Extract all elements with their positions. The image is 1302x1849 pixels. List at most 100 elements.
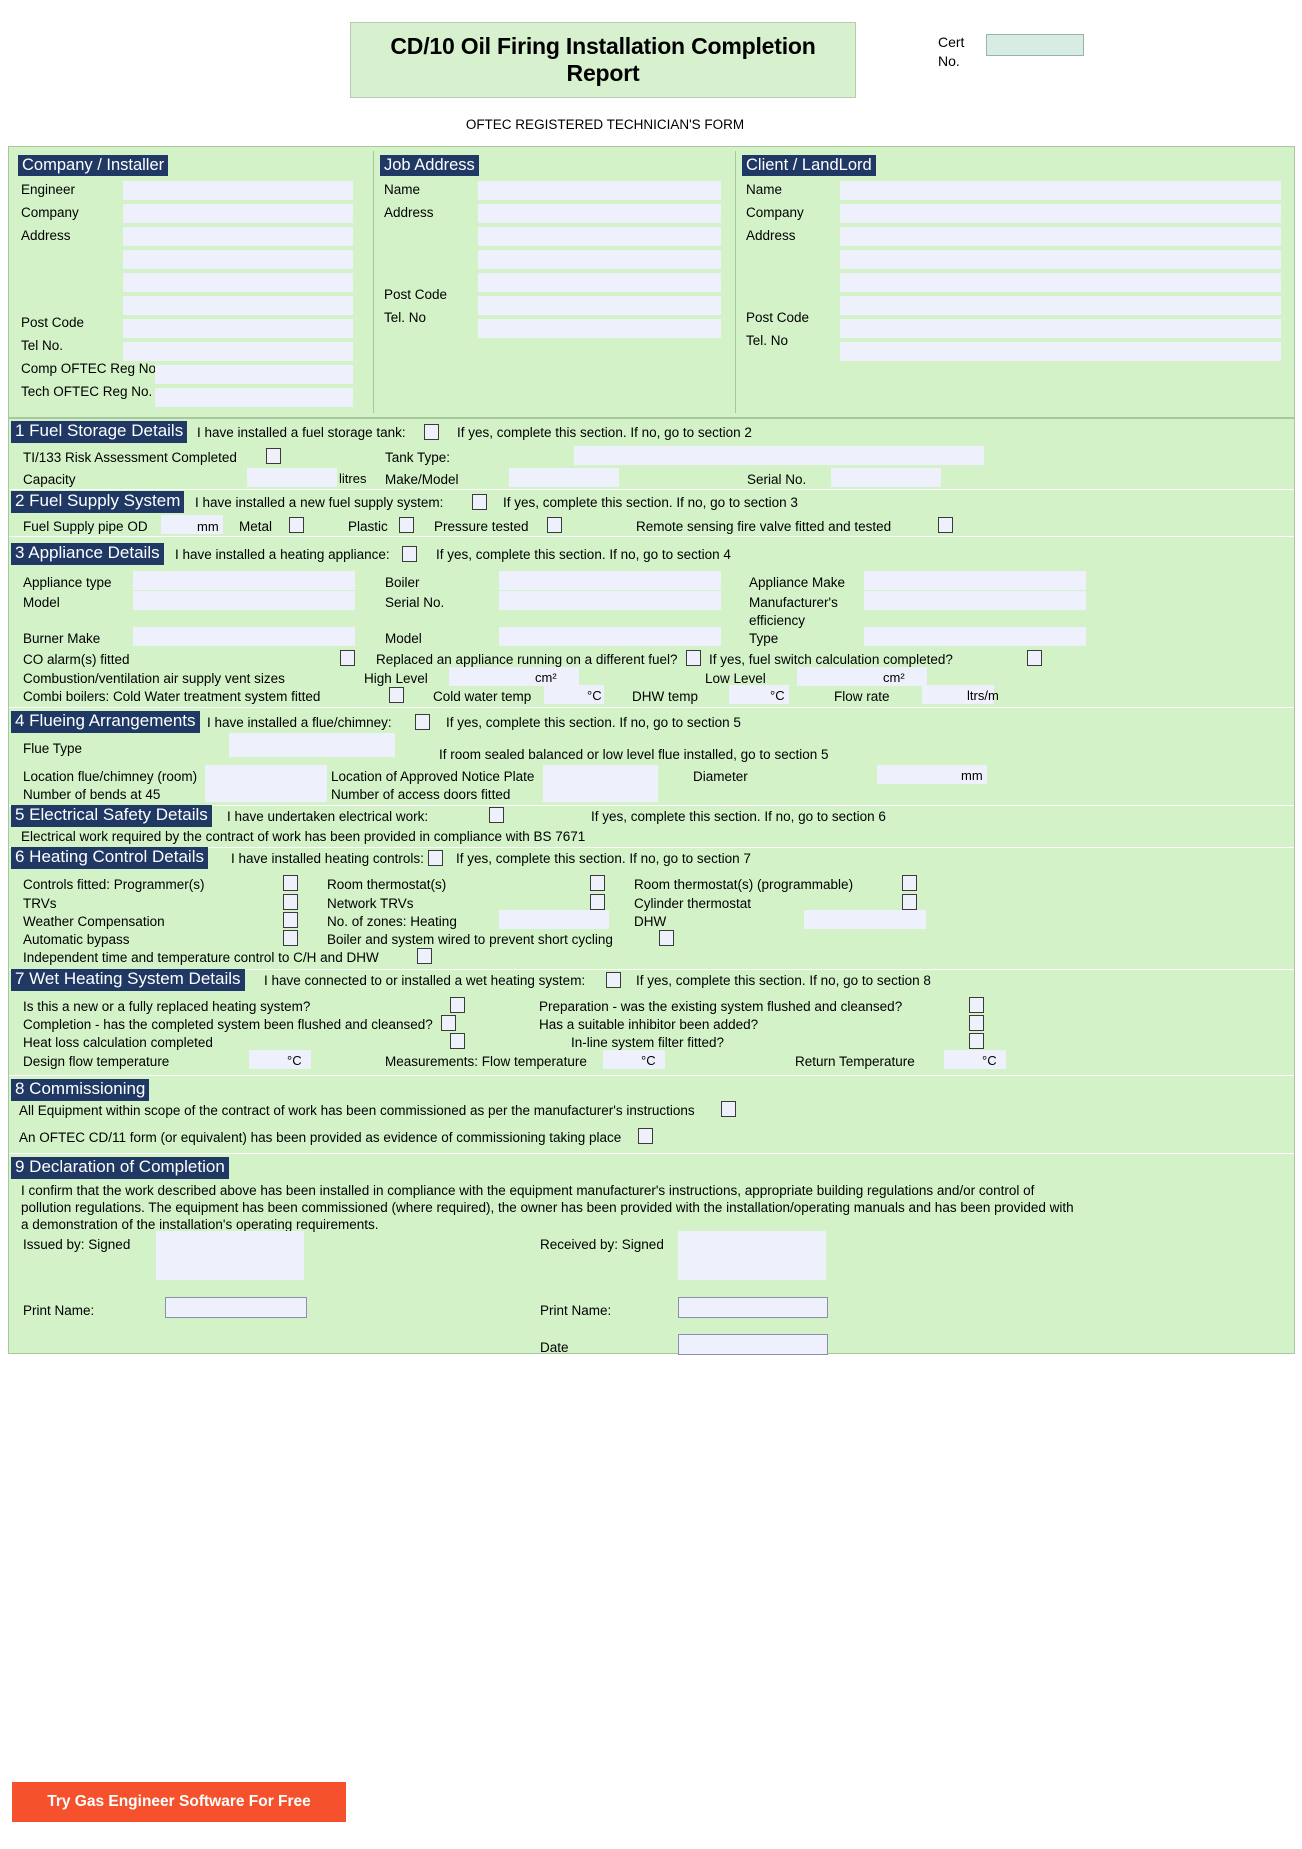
checkbox-fuel-storage-installed[interactable] bbox=[424, 424, 439, 440]
section-7-intro: I have connected to or installed a wet h… bbox=[264, 973, 586, 988]
checkbox-trvs[interactable] bbox=[283, 894, 298, 910]
checkbox-replaced-different-fuel[interactable] bbox=[686, 650, 701, 666]
checkbox-preparation-flushed[interactable] bbox=[969, 997, 984, 1013]
input-post-code[interactable] bbox=[123, 319, 353, 338]
section-2-ifyes: If yes, complete this section. If no, go… bbox=[503, 495, 798, 510]
input-job-tel-no[interactable] bbox=[478, 319, 721, 338]
checkbox-commissioned-per-instructions[interactable] bbox=[721, 1101, 736, 1117]
input-design-flow-temp[interactable] bbox=[249, 1050, 311, 1069]
input-job-address-3[interactable] bbox=[478, 250, 721, 269]
input-location-flue[interactable] bbox=[205, 765, 327, 784]
input-comp-oftec[interactable] bbox=[155, 365, 353, 384]
checkbox-appliance-installed[interactable] bbox=[402, 546, 417, 562]
input-job-post-code[interactable] bbox=[478, 296, 721, 315]
input-job-address-2[interactable] bbox=[478, 227, 721, 246]
try-gas-engineer-software-button[interactable]: Try Gas Engineer Software For Free bbox=[12, 1782, 346, 1822]
input-low-level[interactable] bbox=[797, 667, 927, 686]
checkbox-cd11-provided[interactable] bbox=[638, 1128, 653, 1144]
checkbox-network-trvs[interactable] bbox=[590, 894, 605, 910]
input-tank-serial-no[interactable] bbox=[831, 468, 941, 487]
input-zones-dhw[interactable] bbox=[804, 910, 926, 929]
input-company[interactable] bbox=[123, 204, 353, 223]
checkbox-electrical-work[interactable] bbox=[489, 807, 504, 823]
input-return-temp[interactable] bbox=[944, 1050, 1006, 1069]
input-access-doors[interactable] bbox=[543, 783, 658, 802]
input-measure-flow-temp[interactable] bbox=[603, 1050, 665, 1069]
checkbox-automatic-bypass[interactable] bbox=[283, 930, 298, 946]
checkbox-new-or-replaced[interactable] bbox=[450, 997, 465, 1013]
checkbox-cylinder-thermostat[interactable] bbox=[902, 894, 917, 910]
checkbox-room-thermostat-prog[interactable] bbox=[902, 875, 917, 891]
label-wired-short-cycling: Boiler and system wired to prevent short… bbox=[327, 932, 613, 947]
input-client-company[interactable] bbox=[840, 204, 1281, 223]
input-address-4[interactable] bbox=[123, 296, 353, 315]
checkbox-room-thermostat[interactable] bbox=[590, 875, 605, 891]
label-address: Address bbox=[21, 228, 71, 243]
input-burner-type[interactable] bbox=[864, 627, 1086, 646]
checkbox-ti133-risk[interactable] bbox=[266, 448, 281, 464]
checkbox-fuel-supply-installed[interactable] bbox=[472, 494, 487, 510]
input-address-3[interactable] bbox=[123, 273, 353, 292]
checkbox-completion-flushed[interactable] bbox=[441, 1015, 456, 1031]
input-job-address-1[interactable] bbox=[478, 204, 721, 223]
input-client-address-3[interactable] bbox=[840, 273, 1281, 292]
label-high-level: High Level bbox=[364, 671, 428, 686]
input-client-tel-no[interactable] bbox=[840, 342, 1281, 361]
input-capacity[interactable] bbox=[247, 468, 337, 487]
label-client-company: Company bbox=[746, 205, 804, 220]
signature-issued-by[interactable] bbox=[156, 1231, 304, 1280]
input-tech-oftec[interactable] bbox=[155, 388, 353, 407]
checkbox-fuel-switch-calc[interactable] bbox=[1027, 650, 1042, 666]
input-address-2[interactable] bbox=[123, 250, 353, 269]
checkbox-heat-loss-calc[interactable] bbox=[450, 1033, 465, 1049]
input-zones-heating[interactable] bbox=[499, 910, 609, 929]
checkbox-combi-water-treatment[interactable] bbox=[389, 687, 404, 703]
input-client-name[interactable] bbox=[840, 181, 1281, 200]
input-high-level[interactable] bbox=[449, 667, 579, 686]
input-tel-no[interactable] bbox=[123, 342, 353, 361]
input-boiler[interactable] bbox=[499, 571, 721, 590]
checkbox-plastic[interactable] bbox=[399, 517, 414, 533]
checkbox-heating-controls-installed[interactable] bbox=[428, 850, 443, 866]
input-print-name-right[interactable] bbox=[678, 1297, 828, 1318]
input-tank-make-model[interactable] bbox=[509, 468, 619, 487]
checkbox-inline-filter[interactable] bbox=[969, 1033, 984, 1049]
signature-received-by[interactable] bbox=[678, 1231, 826, 1280]
checkbox-remote-fire-valve[interactable] bbox=[938, 517, 953, 533]
input-print-name-left[interactable] bbox=[165, 1297, 307, 1318]
input-burner-model[interactable] bbox=[499, 627, 721, 646]
input-appliance-make[interactable] bbox=[864, 571, 1086, 590]
label-preparation-flushed: Preparation - was the existing system fl… bbox=[539, 999, 903, 1014]
panel-client-landlord: Client / LandLord Name Company Address P… bbox=[735, 151, 1291, 413]
input-tank-type[interactable] bbox=[574, 446, 984, 465]
input-appliance-serial[interactable] bbox=[499, 591, 721, 610]
input-appliance-type[interactable] bbox=[133, 571, 355, 590]
input-client-address-4[interactable] bbox=[840, 296, 1281, 315]
cert-no-input[interactable] bbox=[986, 34, 1084, 56]
input-engineer[interactable] bbox=[123, 181, 353, 200]
checkbox-co-alarm[interactable] bbox=[340, 650, 355, 666]
input-client-post-code[interactable] bbox=[840, 319, 1281, 338]
input-job-address-4[interactable] bbox=[478, 273, 721, 292]
input-address-1[interactable] bbox=[123, 227, 353, 246]
checkbox-wet-heating-connected[interactable] bbox=[606, 972, 621, 988]
checkbox-flue-installed[interactable] bbox=[415, 714, 430, 730]
input-date[interactable] bbox=[678, 1334, 828, 1355]
checkbox-weather-compensation[interactable] bbox=[283, 912, 298, 928]
input-burner-make[interactable] bbox=[133, 627, 355, 646]
checkbox-metal[interactable] bbox=[289, 517, 304, 533]
input-flue-type[interactable] bbox=[229, 733, 395, 757]
checkbox-inhibitor-added[interactable] bbox=[969, 1015, 984, 1031]
checkbox-programmers[interactable] bbox=[283, 875, 298, 891]
checkbox-wired-short-cycling[interactable] bbox=[659, 930, 674, 946]
input-client-address-2[interactable] bbox=[840, 250, 1281, 269]
input-appliance-model[interactable] bbox=[133, 591, 355, 610]
checkbox-independent-control[interactable] bbox=[417, 948, 432, 964]
input-manufacturer-efficiency[interactable] bbox=[864, 591, 1086, 610]
checkbox-pressure-tested[interactable] bbox=[547, 517, 562, 533]
input-location-notice-plate[interactable] bbox=[543, 765, 658, 784]
input-bends-at-45[interactable] bbox=[205, 783, 327, 802]
label-room-thermostat: Room thermostat(s) bbox=[327, 877, 447, 892]
input-job-name[interactable] bbox=[478, 181, 721, 200]
input-client-address-1[interactable] bbox=[840, 227, 1281, 246]
